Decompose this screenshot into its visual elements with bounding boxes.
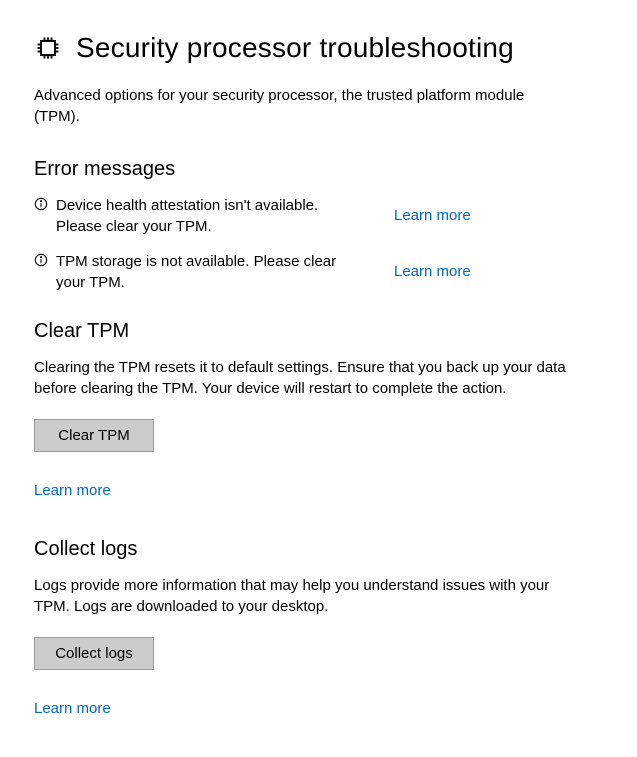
- learn-more-link[interactable]: Learn more: [34, 480, 111, 501]
- error-text: TPM storage is not available. Please cle…: [56, 251, 376, 293]
- error-item: TPM storage is not available. Please cle…: [34, 251, 603, 293]
- section-title-errors: Error messages: [34, 155, 603, 183]
- section-title-collect-logs: Collect logs: [34, 535, 603, 563]
- learn-more-link[interactable]: Learn more: [394, 205, 471, 226]
- page-header: Security processor troubleshooting: [34, 28, 603, 67]
- page-title: Security processor troubleshooting: [76, 28, 514, 67]
- learn-more-link[interactable]: Learn more: [34, 698, 111, 719]
- collect-logs-button[interactable]: Collect logs: [34, 637, 154, 670]
- chip-icon: [34, 34, 62, 62]
- learn-more-link[interactable]: Learn more: [394, 261, 471, 282]
- info-icon: [34, 253, 56, 267]
- error-item: Device health attestation isn't availabl…: [34, 195, 603, 237]
- collect-logs-description: Logs provide more information that may h…: [34, 575, 574, 617]
- clear-tpm-button[interactable]: Clear TPM: [34, 419, 154, 452]
- section-title-clear-tpm: Clear TPM: [34, 317, 603, 345]
- error-text: Device health attestation isn't availabl…: [56, 195, 376, 237]
- clear-tpm-description: Clearing the TPM resets it to default se…: [34, 357, 574, 399]
- page-subheading: Advanced options for your security proce…: [34, 85, 554, 127]
- info-icon: [34, 197, 56, 211]
